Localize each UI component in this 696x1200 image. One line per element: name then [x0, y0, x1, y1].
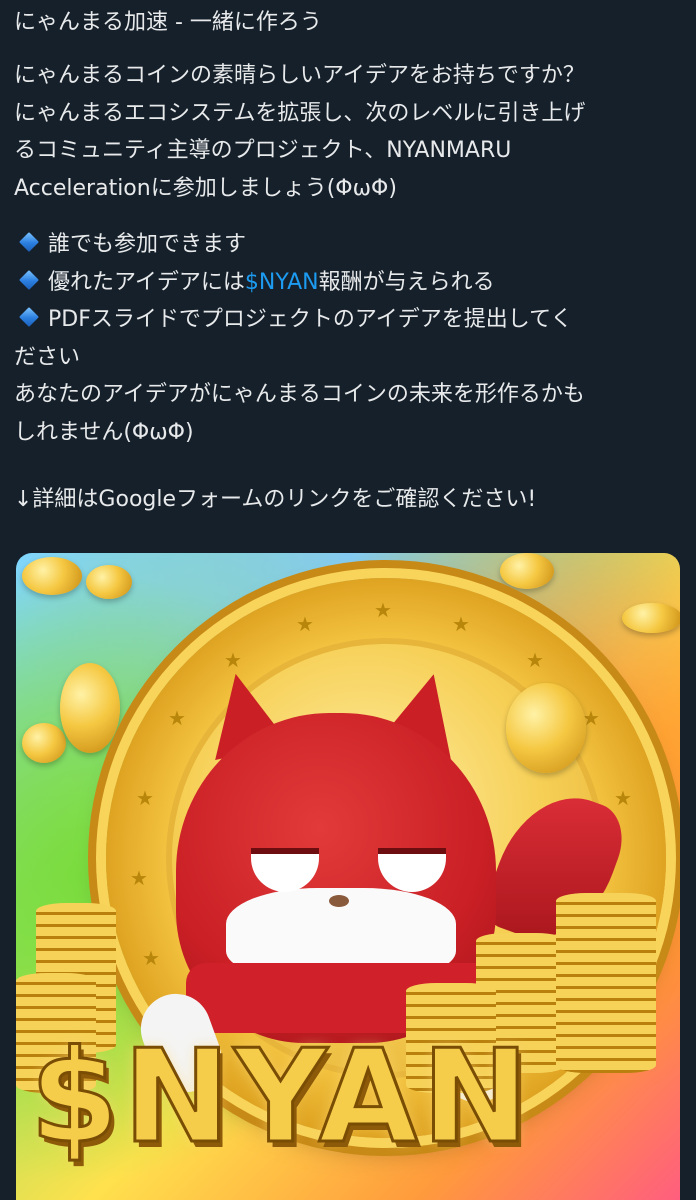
star-icon: ★	[224, 648, 242, 672]
star-icon: ★	[526, 648, 544, 672]
star-icon: ★	[374, 598, 392, 622]
gold-coin	[622, 603, 680, 633]
small-blue-diamond-icon	[19, 232, 39, 252]
gold-coin	[60, 663, 120, 753]
bullet-text: 報酬が与えられる	[318, 269, 495, 295]
post-text-line: るコミュニティ主導のプロジェクト、NYANMARU	[14, 138, 512, 163]
post-title: にゃんまる加速 - 一緒に作ろう	[14, 10, 322, 35]
gold-coin	[22, 557, 82, 595]
coin-stack	[556, 893, 656, 1073]
post-text-line: しれません(ΦωΦ)	[14, 419, 194, 445]
gold-coin	[500, 553, 554, 589]
post-text-line: ださい	[14, 344, 81, 370]
cashtag-link[interactable]: $NYAN	[245, 270, 319, 295]
small-blue-diamond-icon	[19, 307, 39, 327]
post-text-line: Accelerationに参加しましょう(ΦωΦ)	[14, 175, 397, 201]
post-bullet-list: 誰でも参加できます 優れたアイデアには$NYAN報酬が与えられる PDFスライド…	[14, 226, 686, 451]
star-icon: ★	[296, 612, 314, 636]
post-text-line: あなたのアイデアがにゃんまるコインの未来を形作るかも	[14, 382, 585, 407]
post-image[interactable]: ★ ★ ★ ★ ★ ★ ★ ★ ★ ★ ★ $NYAN	[16, 553, 680, 1200]
post: にゃんまる加速 - 一緒に作ろう にゃんまるコインの素晴らしいアイデアをお持ちで…	[0, 0, 696, 1200]
nyan-logo-text: $NYAN	[29, 1022, 533, 1174]
bullet-item: PDFスライドでプロジェクトのアイデアを提出してく	[14, 301, 686, 339]
gold-coin	[22, 723, 66, 763]
star-icon: ★	[614, 786, 632, 810]
small-blue-diamond-icon	[19, 269, 39, 290]
gold-coin	[86, 565, 132, 599]
bullet-text: 優れたアイデアには	[48, 269, 245, 295]
post-text-line: にゃんまるエコシステムを拡張し、次のレベルに引き上げ	[14, 100, 586, 126]
bullet-text: PDFスライドでプロジェクトのアイデアを提出してく	[48, 307, 573, 332]
post-intro: にゃんまるコインの素晴らしいアイデアをお持ちですか？ にゃんまるエコシステムを拡…	[14, 57, 686, 207]
post-text-line: にゃんまるコインの素晴らしいアイデアをお持ちですか？	[14, 63, 585, 88]
mascot-nose	[329, 895, 349, 907]
bullet-item: 誰でも参加できます	[14, 226, 686, 264]
details-line: ↓詳細はGoogleフォームのリンクをご確認ください!	[14, 487, 537, 512]
star-icon: ★	[452, 612, 470, 636]
bullet-text: 誰でも参加できます	[48, 232, 247, 257]
bullet-item: 優れたアイデアには$NYAN報酬が与えられる	[14, 264, 686, 302]
